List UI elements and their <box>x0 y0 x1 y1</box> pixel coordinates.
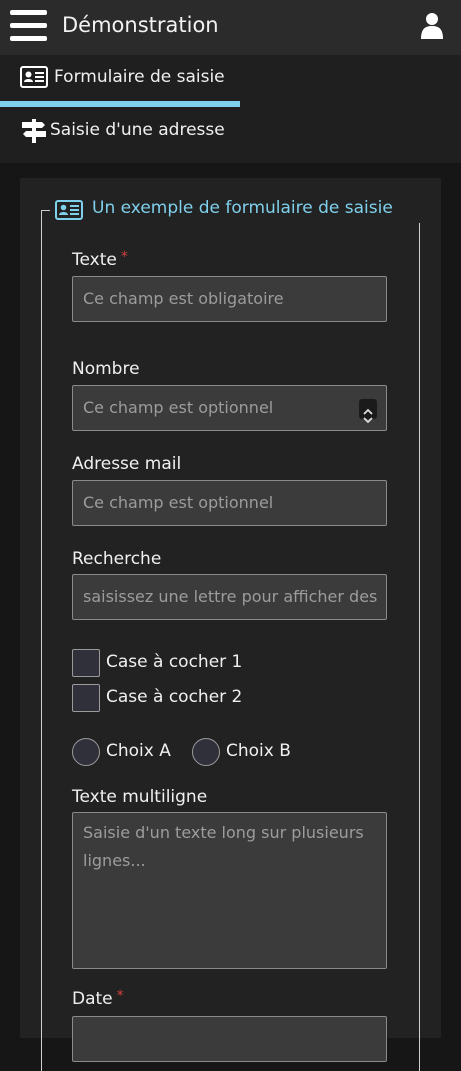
search-field-label: Recherche <box>72 549 162 569</box>
radio-choix-a-label: Choix A <box>106 741 171 761</box>
id-card-icon <box>20 66 48 88</box>
hamburger-icon[interactable] <box>10 10 47 42</box>
search-input[interactable]: saisissez une lettre pour afficher des <box>72 574 387 620</box>
number-input[interactable]: Ce champ est optionnel <box>72 385 387 431</box>
fieldset-legend: Un exemple de formulaire de saisie <box>50 197 420 223</box>
number-field-label: Nombre <box>72 359 140 379</box>
tab-bar: Formulaire de saisie Saisie d'une adress… <box>0 55 461 163</box>
tab-saisie-adresse[interactable]: Saisie d'une adresse <box>0 107 461 155</box>
chevron-up-down-icon <box>363 408 373 424</box>
tab-label: Formulaire de saisie <box>54 67 225 87</box>
form-panel: Un exemple de formulaire de saisie Texte… <box>20 178 441 1071</box>
multiline-field-label: Texte multiligne <box>72 787 208 807</box>
number-spinner[interactable] <box>359 399 377 424</box>
tab-formulaire-de-saisie[interactable]: Formulaire de saisie <box>0 55 461 107</box>
app-title: Démonstration <box>62 13 219 37</box>
checkbox-2-label: Case à cocher 2 <box>106 687 243 707</box>
radio-choix-a[interactable] <box>72 738 100 766</box>
checkbox-1-label: Case à cocher 1 <box>106 652 243 672</box>
id-card-icon <box>55 200 83 220</box>
fieldset-legend-text: Un exemple de formulaire de saisie <box>92 198 393 218</box>
required-mark: * <box>116 988 124 1004</box>
radio-choix-b-label: Choix B <box>226 741 291 761</box>
text-field-label-text: Texte <box>72 250 117 270</box>
required-mark: * <box>120 249 128 265</box>
email-input[interactable]: Ce champ est optionnel <box>72 480 387 526</box>
tab-label: Saisie d'une adresse <box>50 120 225 140</box>
multiline-textarea[interactable]: Saisie d'un texte long sur plusieurs lig… <box>72 812 387 969</box>
text-input[interactable]: Ce champ est obligatoire <box>72 276 387 322</box>
checkbox-1[interactable] <box>72 649 100 677</box>
date-field-label: Date * <box>72 988 124 1009</box>
date-field-label-text: Date <box>72 989 113 1009</box>
checkbox-2[interactable] <box>72 684 100 712</box>
user-icon[interactable] <box>420 12 444 40</box>
email-field-label: Adresse mail <box>72 454 182 474</box>
date-input[interactable] <box>72 1016 387 1062</box>
number-input-placeholder: Ce champ est optionnel <box>83 398 274 417</box>
signpost-icon <box>20 119 48 143</box>
top-app-bar: Démonstration <box>0 0 461 55</box>
text-field-label: Texte * <box>72 249 128 270</box>
radio-choix-b[interactable] <box>192 738 220 766</box>
